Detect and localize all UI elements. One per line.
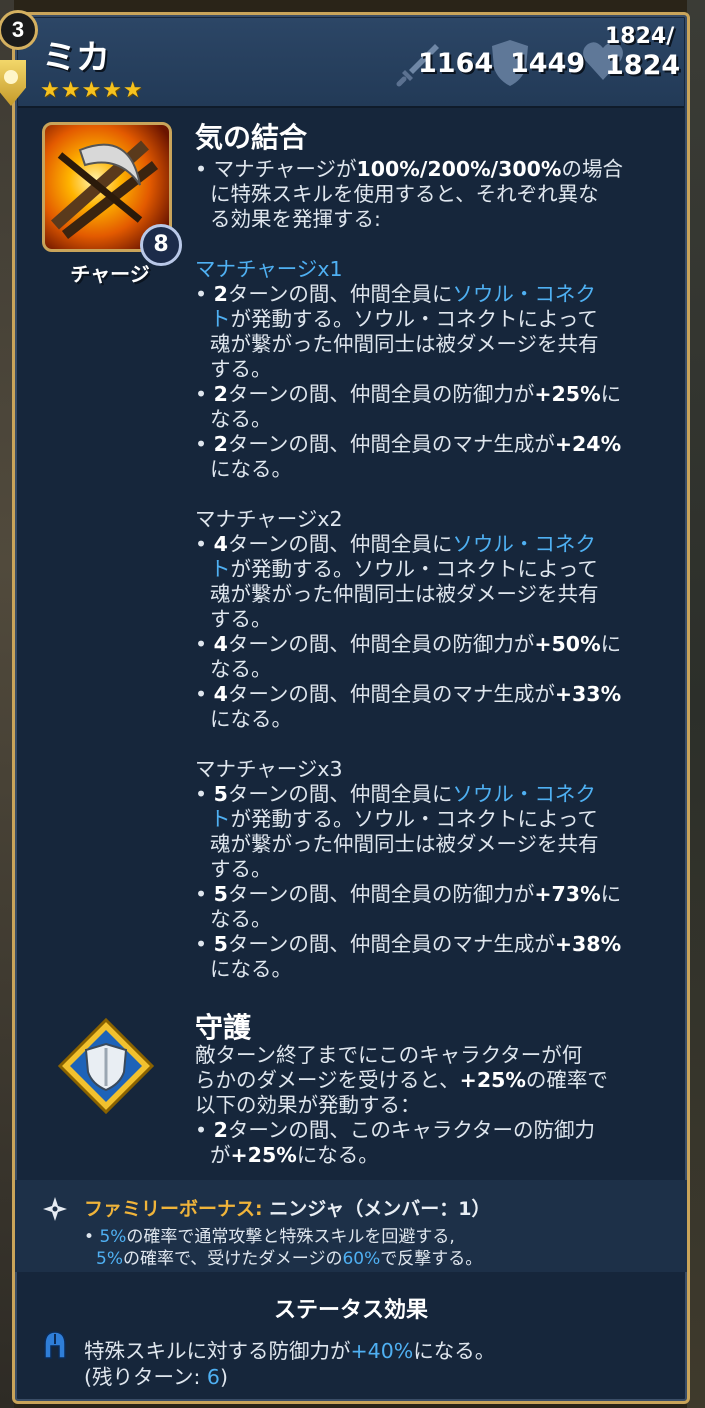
defense-value: 1449 (510, 48, 586, 79)
star-rating: ★★★★★ (40, 78, 144, 103)
status-effects-title: ステータス効果 (273, 1298, 428, 1323)
skill-intro: • マナチャージが100%/200%/300%の場合 に特殊スキルを使用すると、… (195, 157, 623, 231)
mana-tier-1: マナチャージx1 • 2ターンの間、仲間全員にソウル・コネク トが発動する。ソウ… (195, 257, 677, 482)
family-bonus-title: ファミリーボーナス: ニンジャ（メンバー：1） (84, 1198, 491, 1220)
attack-value: 1164 (418, 48, 494, 79)
passive-description: 敵ターン終了までにこのキャラクターが何 らかのダメージを受けると、+25%の確率… (195, 1043, 608, 1167)
mana-tier-2: マナチャージx2 • 4ターンの間、仲間全員にソウル・コネク トが発動する。ソウ… (195, 507, 677, 732)
hp-max-value: 1824/ (605, 24, 675, 49)
mana-tier-3: マナチャージx3 • 5ターンの間、仲間全員にソウル・コネク トが発動する。ソウ… (195, 757, 677, 982)
tier-heading: マナチャージx2 (195, 507, 343, 531)
tier-heading: マナチャージx1 (195, 257, 343, 281)
status-effect-line-2: (残りターン: 6) (84, 1365, 228, 1389)
skill-title: 気の結合 (195, 121, 308, 154)
hero-name: ミカ (42, 38, 110, 78)
skill-speed-label: チャージ (70, 262, 150, 286)
hp-current-value: 1824 (605, 50, 681, 81)
shuriken-icon (43, 1197, 67, 1221)
guard-shield-icon[interactable] (58, 1018, 154, 1114)
family-bonus-line-2: 5%の確率で、受けたダメージの60%で反撃する。 (96, 1249, 483, 1269)
passive-title: 守護 (195, 1011, 252, 1044)
helmet-icon (44, 1331, 66, 1359)
tier-heading: マナチャージx3 (195, 757, 343, 781)
